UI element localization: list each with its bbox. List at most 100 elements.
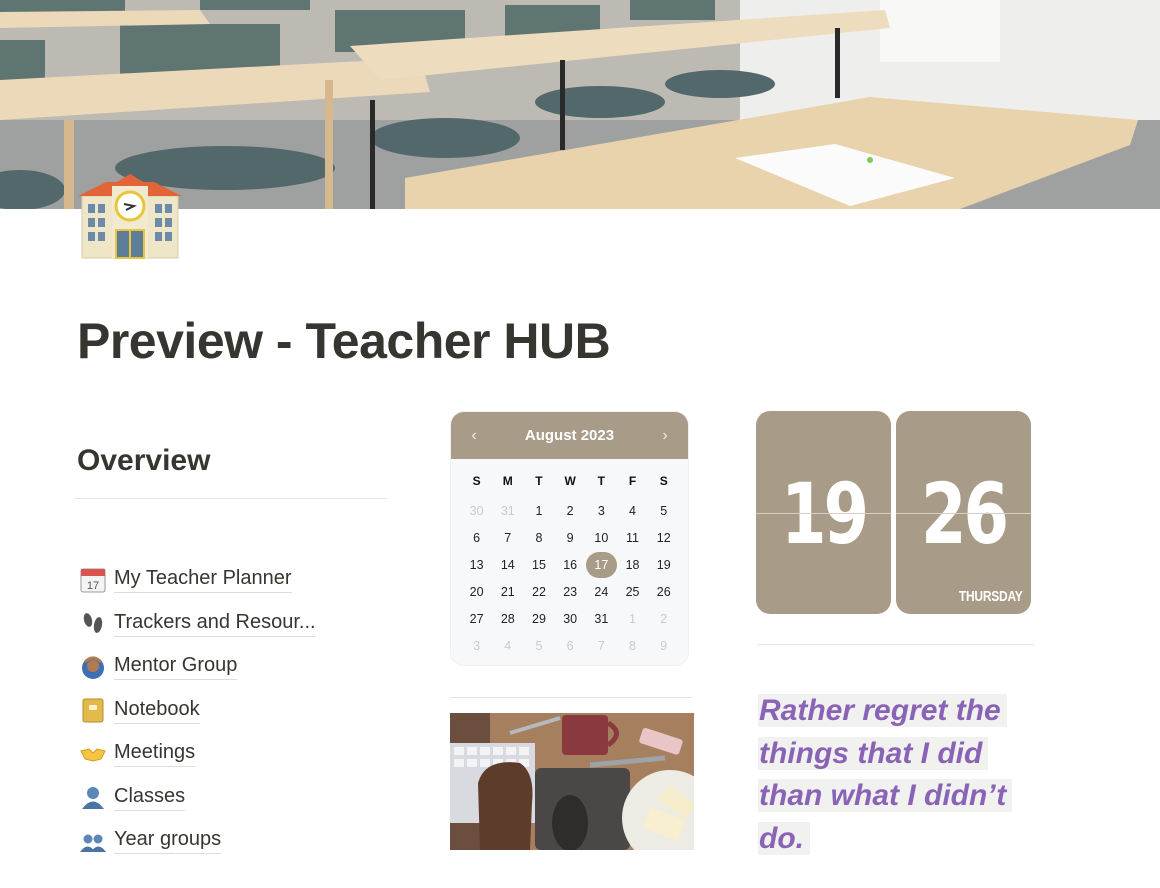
calendar-day-number: 9 <box>566 531 574 545</box>
link-year-groups[interactable]: Year groups <box>78 819 316 863</box>
chevron-left-icon[interactable]: ‹ <box>467 427 481 445</box>
calendar-day[interactable]: 22 <box>523 579 554 606</box>
calendar-day-number: 4 <box>504 639 512 653</box>
person-gesturing-ok-icon <box>78 652 108 682</box>
calendar-day[interactable]: 27 <box>461 606 492 633</box>
calendar-day-number: 3 <box>597 504 605 518</box>
link-meetings[interactable]: Meetings <box>78 732 316 776</box>
calendar-day[interactable]: 11 <box>617 525 648 552</box>
clock-minutes: 26 <box>921 465 1009 563</box>
calendar-day-number: 23 <box>563 585 578 599</box>
link-label: Classes <box>114 784 186 811</box>
calendar-grid: S M T W T F S 30 31 1 2 3 4 5 6 7 8 9 10 11 12 13 14 15 16 17 18 19… <box>451 459 688 660</box>
calendar-day[interactable]: 4 <box>492 633 523 660</box>
calendar-day[interactable]: 31 <box>492 498 523 525</box>
calendar-icon: 17 <box>78 565 108 595</box>
calendar-day-number: 9 <box>660 639 668 653</box>
calendar-day[interactable]: 31 <box>586 606 617 633</box>
calendar-day[interactable]: 5 <box>523 633 554 660</box>
calendar-day-today[interactable]: 17 <box>585 552 617 579</box>
overview-heading: Overview <box>77 444 211 477</box>
school-building-icon[interactable] <box>78 174 182 260</box>
calendar-day[interactable]: 19 <box>648 552 679 579</box>
link-trackers-and-resources[interactable]: Trackers and Resour... <box>78 602 316 646</box>
link-notebook[interactable]: Notebook <box>78 689 316 733</box>
calendar-day[interactable]: 29 <box>523 606 554 633</box>
overview-links: 17 My Teacher Planner Trackers and Resou… <box>78 558 316 863</box>
calendar-day-number: 21 <box>500 585 515 599</box>
calendar-day[interactable]: 10 <box>586 525 617 552</box>
calendar-day[interactable]: 16 <box>555 552 586 579</box>
calendar-day[interactable]: 5 <box>648 498 679 525</box>
bust-in-silhouette-icon <box>78 782 108 812</box>
quote-line: Rather regret the <box>758 694 1007 727</box>
calendar-day[interactable]: 6 <box>555 633 586 660</box>
handshake-icon <box>78 739 108 769</box>
calendar-weekday-header: F <box>628 474 637 488</box>
calendar-day[interactable]: 24 <box>586 579 617 606</box>
link-mentor-group[interactable]: Mentor Group <box>78 645 316 689</box>
chevron-right-icon[interactable]: › <box>658 427 672 445</box>
calendar-day-number: 8 <box>629 639 636 653</box>
calendar-day-number: 3 <box>473 639 481 653</box>
calendar-day[interactable]: 28 <box>492 606 523 633</box>
calendar-day[interactable]: 30 <box>461 498 492 525</box>
calendar-day-number: 31 <box>594 612 609 626</box>
calendar-day[interactable]: 1 <box>617 606 648 633</box>
flip-seam <box>896 513 1031 514</box>
page-title: Preview - Teacher HUB <box>77 313 611 369</box>
link-my-teacher-planner[interactable]: 17 My Teacher Planner <box>78 558 316 602</box>
link-label: Mentor Group <box>114 653 238 681</box>
calendar-day[interactable]: 6 <box>461 525 492 552</box>
calendar-day[interactable]: 14 <box>492 552 523 579</box>
calendar-day[interactable]: 25 <box>617 579 648 606</box>
calendar-day[interactable]: 4 <box>617 498 648 525</box>
calendar-day-number: 7 <box>504 531 512 545</box>
calendar-day[interactable]: 13 <box>461 552 492 579</box>
calendar-weekday-header: S <box>659 474 668 488</box>
calendar-day[interactable]: 15 <box>523 552 554 579</box>
calendar-day-number: 20 <box>469 585 484 599</box>
divider <box>75 498 387 499</box>
calendar-day[interactable]: 21 <box>492 579 523 606</box>
clock-weekday: THURSDAY <box>959 588 1023 605</box>
calendar-day-number: 7 <box>597 639 605 653</box>
calendar-day[interactable]: 30 <box>555 606 586 633</box>
calendar-day-number: 13 <box>469 558 484 572</box>
calendar-day[interactable]: 2 <box>648 606 679 633</box>
desk-gif-image <box>450 713 694 850</box>
calendar-day-number: 26 <box>656 585 671 599</box>
calendar-day[interactable]: 3 <box>586 498 617 525</box>
quote-line: than what I didn’t <box>758 779 1013 812</box>
calendar-day[interactable]: 23 <box>555 579 586 606</box>
calendar-day-number: 18 <box>625 558 640 572</box>
calendar-day-number: 24 <box>594 585 609 599</box>
calendar-weekday-header: W <box>564 474 576 488</box>
calendar-day-number: 14 <box>500 558 515 572</box>
calendar-day[interactable]: 7 <box>586 633 617 660</box>
calendar-day[interactable]: 1 <box>523 498 554 525</box>
calendar-day[interactable]: 2 <box>555 498 586 525</box>
calendar-day-number: 17 <box>585 552 617 578</box>
divider <box>450 697 693 698</box>
calendar-day-number: 11 <box>626 531 640 545</box>
link-classes[interactable]: Classes <box>78 776 316 820</box>
calendar-day[interactable]: 3 <box>461 633 492 660</box>
calendar-widget: ‹ August 2023 › S M T W T F S 30 31 1 2 3 4 5 6 7 8 9 10 11… <box>450 411 689 666</box>
calendar-day[interactable]: 9 <box>648 633 679 660</box>
calendar-day[interactable]: 18 <box>617 552 648 579</box>
link-label: Year groups <box>114 827 222 855</box>
calendar-day-number: 6 <box>473 531 481 545</box>
quote-block: Rather regret the things that I did than… <box>758 690 1028 860</box>
calendar-day-number: 30 <box>563 612 578 626</box>
calendar-day[interactable]: 9 <box>555 525 586 552</box>
calendar-day-number: 12 <box>656 531 671 545</box>
calendar-day[interactable]: 26 <box>648 579 679 606</box>
clock-hours: 19 <box>781 465 869 563</box>
calendar-day[interactable]: 7 <box>492 525 523 552</box>
calendar-day[interactable]: 8 <box>617 633 648 660</box>
calendar-day-number: 30 <box>469 504 484 518</box>
calendar-day[interactable]: 8 <box>523 525 554 552</box>
calendar-day[interactable]: 20 <box>461 579 492 606</box>
calendar-day[interactable]: 12 <box>648 525 679 552</box>
